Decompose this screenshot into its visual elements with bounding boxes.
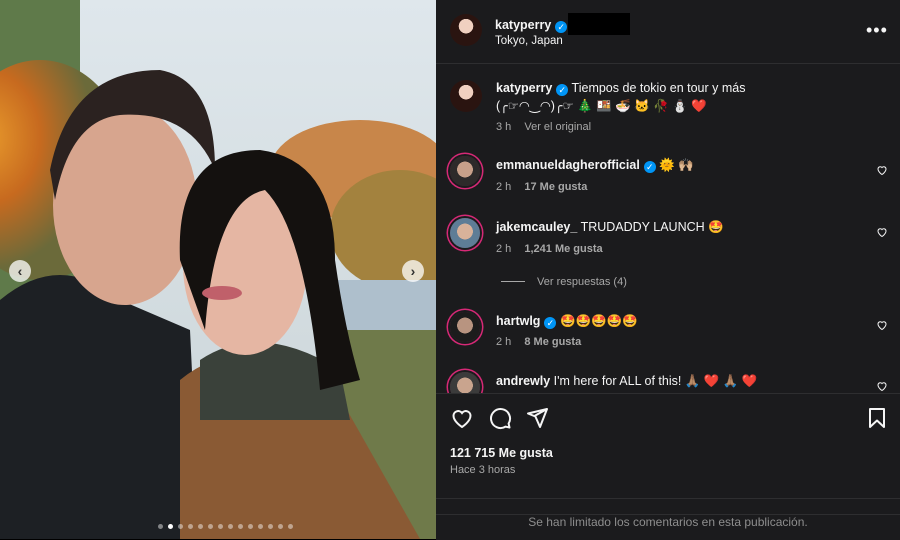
verified-badge-icon: ✓ [544, 317, 557, 329]
chevron-left-icon[interactable]: ‹ [9, 260, 31, 282]
chevron-right-icon[interactable]: › [402, 260, 424, 282]
heart-icon[interactable] [876, 164, 888, 176]
comment-line: emmanueldagherofficial ✓ 🌞 🙌🏼 [496, 158, 694, 173]
carousel-dot [188, 524, 193, 529]
caption-text: Tiempos de tokio en tour y más [571, 81, 746, 95]
avatar[interactable] [450, 218, 480, 248]
caption-meta: 3 h Ver el original [496, 121, 601, 133]
verified-badge-icon: ✓ [556, 84, 569, 96]
comment-meta: 2 h 17 Me gusta [496, 181, 597, 193]
avatar[interactable] [450, 312, 480, 342]
comment: andrewly I'm here for ALL of this! 🙏🏽 ❤️… [436, 368, 900, 393]
caption-time: 3 h [496, 121, 512, 133]
divider [436, 498, 900, 499]
comments-limited-notice: Se han limitado los comentarios en esta … [436, 514, 900, 529]
view-replies-link[interactable]: Ver respuestas (4) [501, 276, 627, 288]
comment-username[interactable]: jakemcauley_ [496, 220, 577, 234]
view-replies-label: Ver respuestas (4) [537, 276, 627, 288]
avatar[interactable] [450, 80, 482, 112]
carousel-dot [178, 524, 183, 529]
comment-line: jakemcauley_ TRUDADDY LAUNCH 🤩 [496, 220, 724, 235]
carousel-dot [228, 524, 233, 529]
post-image [0, 0, 436, 539]
carousel-dot [158, 524, 163, 529]
comment-text: I'm here for ALL of this! 🙏🏽 ❤️ 🙏🏽 ❤️ [553, 374, 758, 388]
comment-likes[interactable]: 17 Me gusta [524, 181, 587, 193]
comment: hartwlg ✓ 🤩🤩🤩🤩🤩 2 h 8 Me gusta [436, 308, 900, 358]
comment-username[interactable]: andrewly [496, 374, 550, 388]
carousel-indicator [158, 524, 293, 529]
more-options-icon[interactable]: ••• [866, 20, 888, 41]
caption-username[interactable]: katyperry [496, 81, 552, 95]
comment: jakemcauley_ TRUDADDY LAUNCH 🤩 2 h 1,241… [436, 214, 900, 264]
post-time: Hace 3 horas [450, 464, 516, 476]
replies-divider [501, 281, 525, 282]
post-header: katyperry ✓ Tokyo, Japan ••• [436, 0, 900, 64]
post-location[interactable]: Tokyo, Japan [495, 35, 563, 47]
avatar[interactable] [450, 372, 480, 393]
carousel-dot [168, 524, 173, 529]
comment-line: andrewly I'm here for ALL of this! 🙏🏽 ❤️… [496, 374, 758, 389]
comment-text: TRUDADDY LAUNCH 🤩 [580, 220, 724, 234]
verified-badge-icon: ✓ [643, 161, 656, 173]
author-block: katyperry ✓ [495, 16, 568, 34]
heart-icon[interactable] [876, 226, 888, 238]
comment: emmanueldagherofficial ✓ 🌞 🙌🏼 2 h 17 Me g… [436, 152, 900, 202]
post-photo: ‹ › [0, 0, 436, 539]
carousel-dot [278, 524, 283, 529]
comment-meta: 2 h 8 Me gusta [496, 336, 591, 348]
carousel-dot [288, 524, 293, 529]
verified-badge-icon: ✓ [555, 21, 568, 33]
instagram-post-modal: ‹ › katyperry ✓ Tokyo, Japan ••• katyperr… [0, 0, 900, 540]
comment-icon[interactable] [488, 406, 512, 430]
author-username[interactable]: katyperry [495, 18, 551, 32]
comment-username[interactable]: emmanueldagherofficial [496, 158, 640, 172]
carousel-dot [248, 524, 253, 529]
comment-likes[interactable]: 1,241 Me gusta [524, 243, 602, 255]
heart-icon[interactable] [876, 380, 888, 392]
comment-time: 2 h [496, 243, 512, 255]
comment-likes[interactable]: 8 Me gusta [524, 336, 581, 348]
comment-time: 2 h [496, 181, 512, 193]
comment-line: hartwlg ✓ 🤩🤩🤩🤩🤩 [496, 314, 638, 329]
heart-icon[interactable] [450, 406, 474, 430]
comment-text: 🤩🤩🤩🤩🤩 [559, 314, 638, 328]
post-side-panel: katyperry ✓ Tokyo, Japan ••• katyperry ✓ T… [436, 0, 900, 540]
carousel-dot [218, 524, 223, 529]
heart-icon[interactable] [876, 319, 888, 331]
comment-text: 🌞 🙌🏼 [659, 158, 694, 172]
carousel-dot [198, 524, 203, 529]
comment-time: 2 h [496, 336, 512, 348]
comment-username[interactable]: hartwlg [496, 314, 540, 328]
see-original-link[interactable]: Ver el original [524, 121, 591, 133]
carousel-dot [268, 524, 273, 529]
caption-line: katyperry ✓ Tiempos de tokio en tour y má… [496, 81, 745, 96]
caption: katyperry ✓ Tiempos de tokio en tour y má… [436, 63, 900, 143]
carousel-dot [258, 524, 263, 529]
avatar[interactable] [450, 14, 482, 46]
post-actions: 121 715 Me gusta Hace 3 horas Se han lim… [436, 393, 900, 540]
carousel-dot [208, 524, 213, 529]
redaction-box [568, 13, 630, 35]
carousel-dot [238, 524, 243, 529]
avatar[interactable] [450, 156, 480, 186]
bookmark-icon[interactable] [865, 406, 889, 430]
caption-emoji-line: (╭☞◠‿◠)╭☞ 🎄 🍱 🍜 🐱 🥀 ⛄ ❤️ [496, 99, 707, 113]
share-icon[interactable] [525, 406, 549, 430]
like-count[interactable]: 121 715 Me gusta [450, 446, 553, 460]
comment-meta: 2 h 1,241 Me gusta [496, 243, 613, 255]
